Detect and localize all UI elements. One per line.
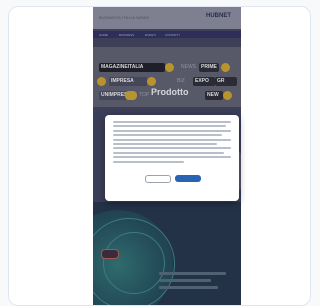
partner-logo[interactable]: PRIME (199, 63, 219, 72)
partner-logo[interactable]: MAGAZINEITALIA (99, 63, 165, 72)
globe-banner (93, 202, 241, 305)
site-logo[interactable]: HUBNET (206, 13, 231, 19)
site-header: BUSINESS ITALIA NEWS HUBNET (93, 7, 241, 29)
banner-badge (101, 249, 119, 259)
partner-logo[interactable]: NEW (205, 91, 223, 100)
partner-logo[interactable]: NEWS (181, 64, 196, 70)
partner-emblem-icon (147, 77, 156, 86)
preview-card: BUSINESS ITALIA NEWS HUBNET HOME BUSINES… (8, 6, 311, 306)
partner-logo[interactable]: IMPRESA (109, 77, 147, 86)
nav-item[interactable]: EVENTI (145, 33, 156, 37)
nav-item[interactable]: BUSINESS (119, 33, 134, 37)
site-title: BUSINESS ITALIA NEWS (99, 15, 150, 20)
nav-item[interactable]: CONTATTI (165, 33, 180, 37)
partner-logos: MAGAZINEITALIA NEWS PRIME IMPRESA BIZ EX… (93, 47, 241, 107)
reject-button[interactable] (145, 175, 171, 183)
banner-text-lines (159, 272, 233, 293)
partner-logo[interactable]: BIZ (177, 78, 185, 84)
partner-logo[interactable]: GR (215, 77, 237, 86)
partner-emblem-icon (165, 63, 174, 72)
partner-emblem-icon (125, 91, 137, 100)
accept-button[interactable] (175, 175, 201, 182)
partner-logo[interactable]: TOP (139, 92, 149, 98)
partner-emblem-icon (221, 63, 230, 72)
partner-logo[interactable]: UNIMPRESA (99, 91, 127, 100)
consent-text-block (113, 121, 231, 165)
partner-emblem-icon (223, 91, 232, 100)
globe-ring (103, 232, 165, 294)
prodotto-logo[interactable]: Prodotto (151, 87, 189, 97)
cookie-consent-dialog (105, 115, 239, 201)
partner-logo[interactable]: EXPO (193, 77, 215, 86)
partner-emblem-icon (97, 77, 106, 86)
nav-item[interactable]: HOME (99, 33, 108, 37)
nav-bar: HOME BUSINESS EVENTI CONTATTI (93, 31, 241, 38)
